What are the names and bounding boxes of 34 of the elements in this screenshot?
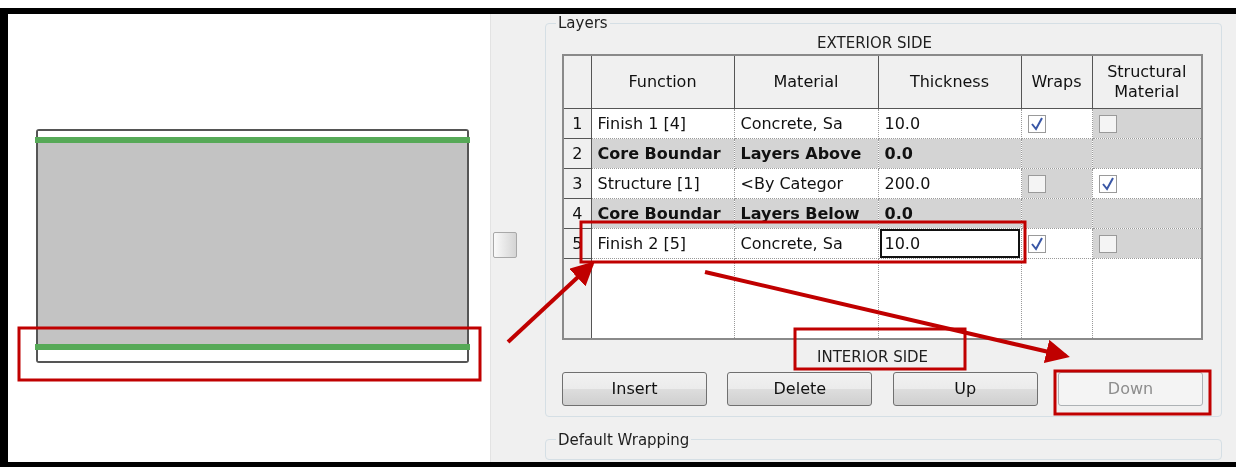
table-cell: Layers Above <box>734 138 878 169</box>
group-title: Default Wrapping <box>557 430 691 449</box>
thickness-field[interactable]: 10.0 <box>879 229 1020 258</box>
table-cell: 0.0 <box>878 198 1021 229</box>
row-number[interactable]: 4 <box>563 198 591 229</box>
table-cell: Finish 1 [4] <box>591 108 734 139</box>
column-header[interactable]: Structural Material <box>1092 55 1202 109</box>
table-cell: Structure [1] <box>591 168 734 199</box>
interior-side-label: INTERIOR SIDE <box>817 346 929 368</box>
table-cell: 200.0 <box>878 168 1021 199</box>
column-header[interactable]: Material <box>734 55 878 109</box>
row-number[interactable]: 1 <box>563 108 591 139</box>
table-cell: Concrete, Sa <box>734 228 878 259</box>
checkbox[interactable] <box>1098 175 1117 194</box>
table-cell: Concrete, Sa <box>734 108 878 139</box>
checkbox[interactable] <box>1027 115 1046 134</box>
column-header[interactable]: Thickness <box>878 55 1021 109</box>
table-cell: <By Categor <box>734 168 878 199</box>
row-number[interactable]: 2 <box>563 138 591 169</box>
group-title: Layers <box>557 14 609 32</box>
column-header[interactable]: Function <box>591 55 734 109</box>
table-cell: Core Boundar <box>591 138 734 169</box>
layer-button[interactable]: Up <box>892 371 1038 406</box>
checkbox[interactable] <box>1027 235 1046 254</box>
table-cell: 0.0 <box>878 138 1021 169</box>
layer-button[interactable]: Delete <box>727 371 873 406</box>
column-header[interactable]: Wraps <box>1021 55 1092 109</box>
table-cell: Core Boundar <box>591 198 734 229</box>
exterior-side-label: EXTERIOR SIDE <box>817 33 932 54</box>
table-cell: 10.0 <box>878 108 1021 139</box>
table-cell: Finish 2 [5] <box>591 228 734 259</box>
layer-button[interactable]: Insert <box>562 371 707 406</box>
row-number[interactable]: 3 <box>563 168 591 199</box>
scroll-thumb[interactable] <box>493 232 517 258</box>
